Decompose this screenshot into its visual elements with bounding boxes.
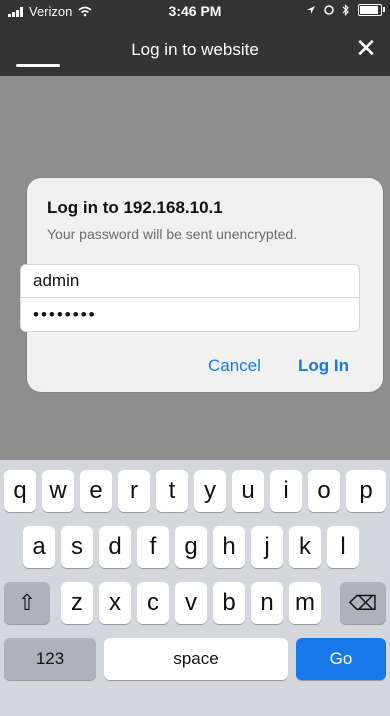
key-g[interactable]: g [175,526,207,568]
key-e[interactable]: e [80,470,112,512]
key-o[interactable]: o [308,470,340,512]
key-w[interactable]: w [42,470,74,512]
key-d[interactable]: d [99,526,131,568]
key-v[interactable]: v [175,582,207,624]
key-a[interactable]: a [23,526,55,568]
bluetooth-icon [342,4,349,16]
login-button[interactable]: Log In [298,356,349,376]
battery-icon [358,4,385,16]
tab-indicator [16,64,60,67]
key-r[interactable]: r [118,470,150,512]
status-right [306,4,385,16]
dialog-title: Log in to 192.168.10.1 [47,198,223,217]
nav-bar: Log in to website ✕ [0,22,390,76]
username-field[interactable]: admin [20,264,360,298]
key-p[interactable]: p [346,470,386,512]
key-b[interactable]: b [213,582,245,624]
key-j[interactable]: j [251,526,283,568]
cancel-button[interactable]: Cancel [208,356,261,376]
location-icon [307,6,315,14]
key-l[interactable]: l [327,526,359,568]
keyboard: q w e r t y u i o p a s d f g h j k l ⇧ … [0,460,390,716]
numbers-key[interactable]: 123 [4,638,96,680]
key-c[interactable]: c [137,582,169,624]
status-bar: Verizon 3:46 PM [0,0,390,22]
key-h[interactable]: h [213,526,245,568]
password-field[interactable]: •••••••• [20,298,360,332]
space-key[interactable]: space [104,638,288,680]
alarm-icon [324,5,334,15]
key-x[interactable]: x [99,582,131,624]
key-k[interactable]: k [289,526,321,568]
dialog-subtitle: Your password will be sent unencrypted. [47,226,298,242]
go-key[interactable]: Go [296,638,386,680]
nav-title: Log in to website [131,40,259,59]
key-i[interactable]: i [270,470,302,512]
key-s[interactable]: s [61,526,93,568]
key-f[interactable]: f [137,526,169,568]
delete-icon[interactable]: ⌫ [340,582,386,624]
dialog-actions: Cancel Log In [0,356,390,380]
close-icon[interactable]: ✕ [352,34,380,62]
key-u[interactable]: u [232,470,264,512]
key-n[interactable]: n [251,582,283,624]
key-t[interactable]: t [156,470,188,512]
key-z[interactable]: z [61,582,93,624]
key-y[interactable]: y [194,470,226,512]
key-m[interactable]: m [289,582,321,624]
shift-icon[interactable]: ⇧ [4,582,50,624]
key-q[interactable]: q [4,470,36,512]
